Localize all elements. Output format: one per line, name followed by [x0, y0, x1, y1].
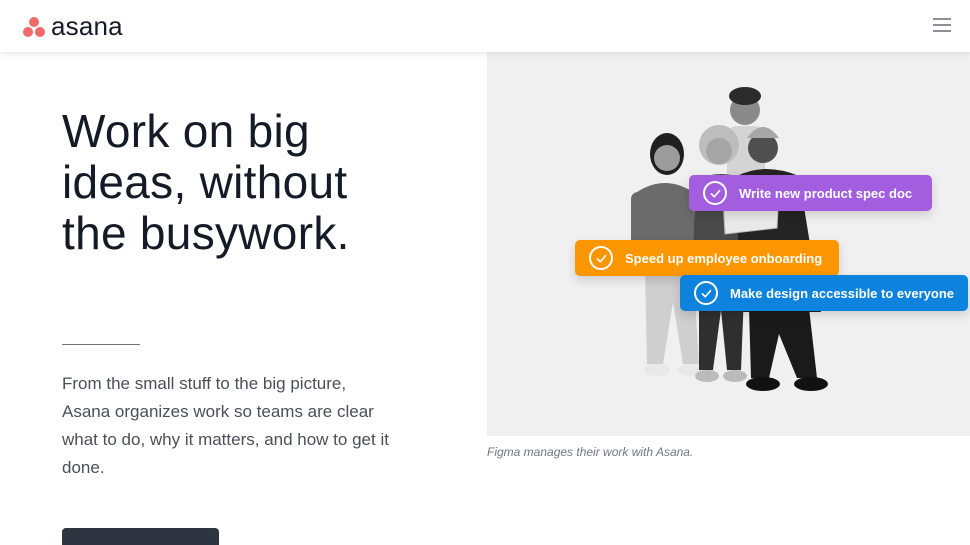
hero-body-text: From the small stuff to the big picture,…: [62, 370, 432, 482]
hero-headline: Work on big ideas, without the busywork.: [62, 106, 462, 259]
body-line: done.: [62, 458, 105, 477]
divider: [62, 344, 140, 345]
asana-logo[interactable]: asana: [22, 12, 123, 40]
get-started-button[interactable]: [62, 528, 219, 545]
hamburger-menu-icon[interactable]: [933, 17, 951, 33]
task-label: Make design accessible to everyone: [730, 285, 954, 301]
task-label: Write new product spec doc: [739, 185, 913, 201]
check-circle-icon: [703, 181, 727, 205]
headline-line: Work on big: [62, 105, 310, 157]
body-line: what to do, why it matters, and how to g…: [62, 430, 389, 449]
body-line: From the small stuff to the big picture,: [62, 374, 347, 393]
headline-line: ideas, without: [62, 156, 348, 208]
check-circle-icon: [694, 281, 718, 305]
body-line: Asana organizes work so teams are clear: [62, 402, 374, 421]
photo-caption: Figma manages their work with Asana.: [487, 445, 694, 459]
task-card-onboarding: Speed up employee onboarding: [575, 240, 839, 276]
asana-logo-icon: [22, 15, 46, 37]
site-header: asana: [0, 0, 970, 52]
logo-wordmark: asana: [51, 11, 123, 41]
task-card-product-spec: Write new product spec doc: [689, 175, 932, 211]
check-circle-icon: [589, 246, 613, 270]
task-card-accessibility: Make design accessible to everyone: [680, 275, 968, 311]
task-label: Speed up employee onboarding: [625, 250, 823, 266]
headline-line: the busywork.: [62, 207, 350, 259]
